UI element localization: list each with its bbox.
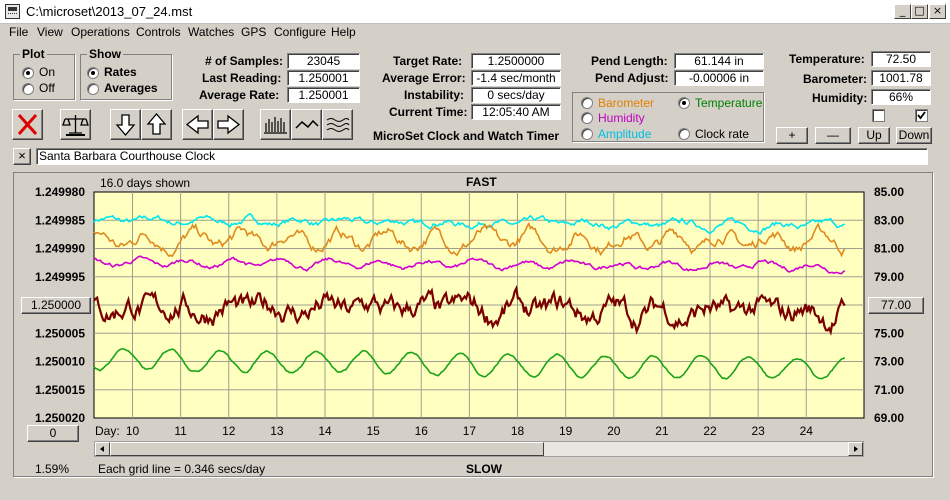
left-tick-label: 1.249995	[35, 270, 85, 284]
scroll-right-arrow-icon	[854, 446, 858, 452]
right-tick-label: 81.00	[874, 242, 904, 256]
x-tick-label: 17	[463, 424, 477, 438]
x-tick-label: 16	[415, 424, 429, 438]
scroll-right-button[interactable]	[848, 442, 863, 456]
scroll-left-arrow-icon	[100, 446, 104, 452]
x-tick-label: 12	[222, 424, 236, 438]
x-prefix-label: Day:	[95, 424, 120, 438]
x-tick-label: 10	[126, 424, 140, 438]
chart-svg: 1.2499801.2499851.2499901.2499951.250000…	[35, 185, 904, 438]
right-tick-label: 79.00	[874, 270, 904, 284]
right-tick-label: 71.00	[874, 383, 904, 397]
right-y-axis: 85.0083.0081.0079.0077.0075.0073.0071.00…	[874, 185, 904, 425]
scroll-left-button[interactable]	[95, 442, 110, 456]
x-tick-label: 15	[366, 424, 380, 438]
right-tick-label: 75.00	[874, 326, 904, 340]
x-axis: Day: 10 11 12 13 14 15 16 17 18 19 20 21 22 23 24	[95, 424, 813, 438]
x-tick-label: 18	[511, 424, 525, 438]
left-tick-label: 1.250005	[35, 326, 85, 340]
scroll-thumb[interactable]	[110, 442, 544, 456]
x-tick-label: 13	[270, 424, 284, 438]
x-tick-label: 21	[655, 424, 669, 438]
x-tick-label: 14	[318, 424, 332, 438]
left-tick-label: 1.249980	[35, 185, 85, 199]
right-tick-label: 85.00	[874, 185, 904, 199]
x-tick-label: 11	[174, 424, 187, 438]
x-tick-label: 19	[559, 424, 573, 438]
left-tick-label: 1.250010	[35, 355, 85, 369]
x-tick-label: 24	[800, 424, 814, 438]
right-tick-label: 69.00	[874, 411, 904, 425]
left-tick-label: 1.249985	[35, 213, 85, 227]
x-tick-label: 22	[703, 424, 717, 438]
left-tick-label: 1.250020	[35, 411, 85, 425]
right-tick-label: 73.00	[874, 355, 904, 369]
right-tick-label: 83.00	[874, 213, 904, 227]
x-tick-label: 20	[607, 424, 621, 438]
left-y-axis: 1.2499801.2499851.2499901.2499951.250000…	[35, 185, 85, 425]
left-tick-label: 1.250015	[35, 383, 85, 397]
x-tick-label: 23	[751, 424, 765, 438]
horizontal-scrollbar[interactable]	[94, 441, 864, 457]
left-tick-label: 1.249990	[35, 242, 85, 256]
